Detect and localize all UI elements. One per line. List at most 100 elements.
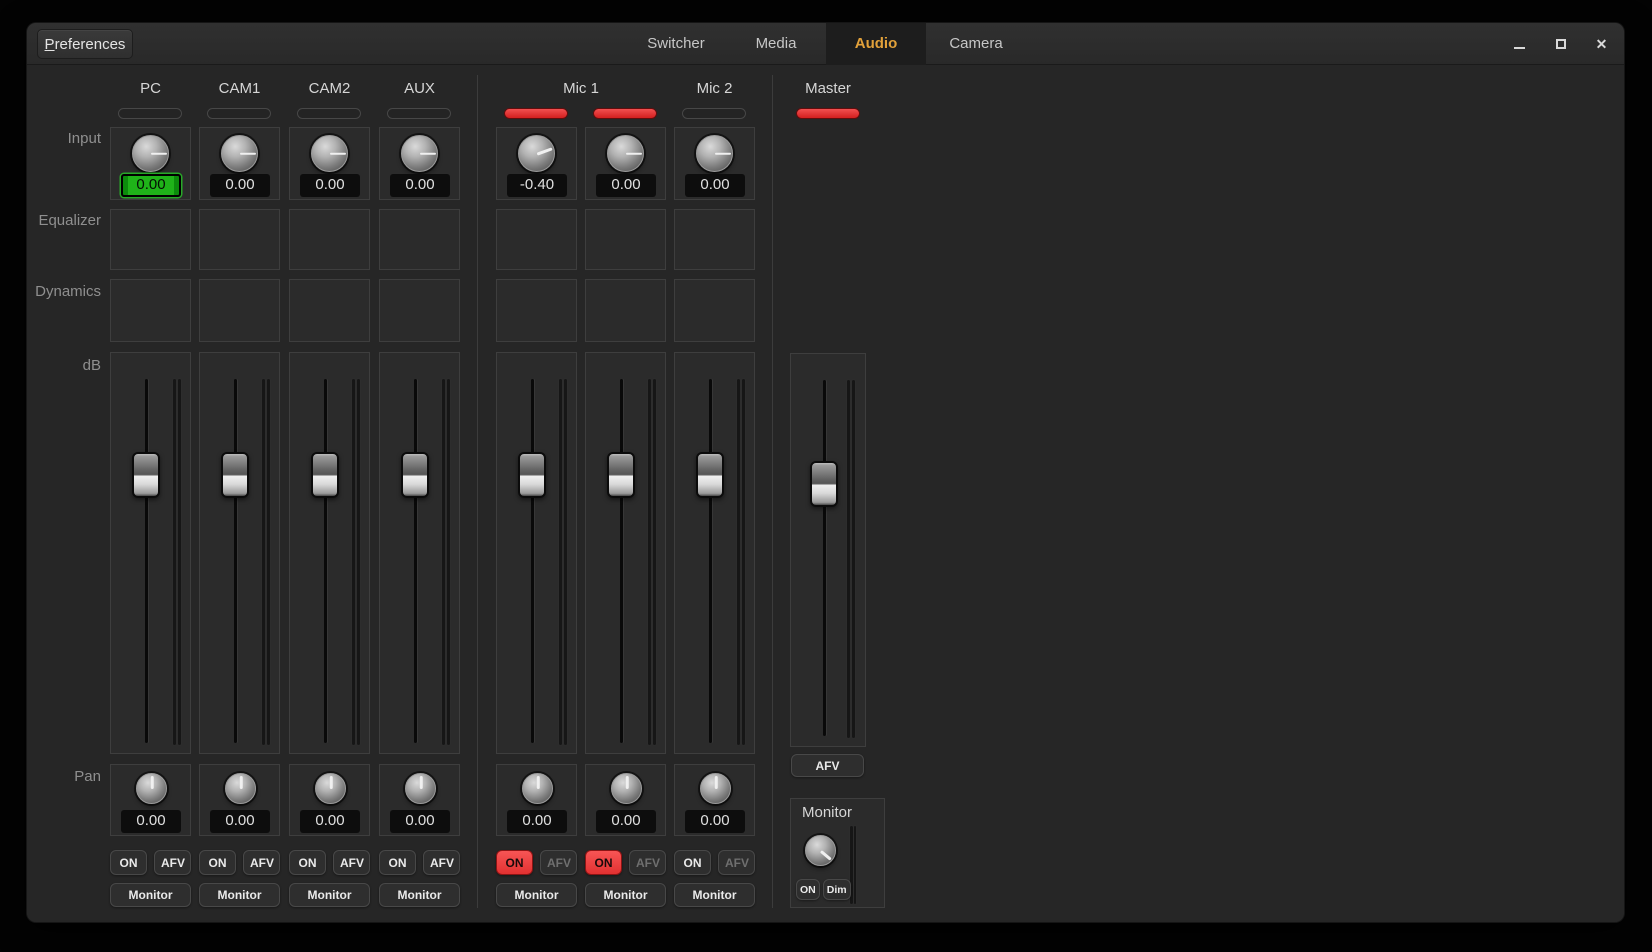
monitor-button[interactable]: Monitor: [289, 883, 370, 907]
input-gain-knob[interactable]: [607, 135, 644, 172]
on-button[interactable]: ON: [379, 850, 416, 875]
input-gain-value[interactable]: 0.00: [596, 174, 656, 197]
tally-indicator: [682, 108, 746, 119]
close-icon: ✕: [1596, 36, 1608, 53]
fader-track[interactable]: [324, 379, 327, 743]
pan-knob[interactable]: [315, 773, 346, 804]
pan-value[interactable]: 0.00: [596, 810, 656, 833]
fader-handle[interactable]: [810, 461, 838, 507]
knob-pointer: [329, 775, 332, 788]
fader-section: [110, 352, 191, 754]
preferences-button[interactable]: Preferences: [37, 29, 133, 59]
input-gain-value[interactable]: 0.00: [121, 174, 181, 197]
fader-handle[interactable]: [221, 452, 249, 498]
on-button[interactable]: ON: [199, 850, 236, 875]
tab-camera[interactable]: Camera: [926, 23, 1026, 65]
monitor-button[interactable]: Monitor: [585, 883, 666, 907]
master-afv-button[interactable]: AFV: [791, 754, 864, 777]
knob-pointer: [420, 152, 436, 155]
monitor-button[interactable]: Monitor: [110, 883, 191, 907]
pan-knob[interactable]: [405, 773, 436, 804]
input-gain-knob[interactable]: [311, 135, 348, 172]
fader-track[interactable]: [145, 379, 148, 743]
on-button[interactable]: ON: [110, 850, 147, 875]
input-gain-value[interactable]: 0.00: [210, 174, 270, 197]
pan-knob[interactable]: [136, 773, 167, 804]
tab-audio[interactable]: Audio: [826, 23, 926, 65]
on-button[interactable]: ON: [585, 850, 622, 875]
dynamics-section: [110, 279, 191, 342]
minimize-button[interactable]: [1499, 23, 1540, 65]
dynamics-section: [496, 279, 577, 342]
maximize-button[interactable]: [1540, 23, 1581, 65]
channel-strip-mic2: Mic 2 0.00 0.00 ON AFV Monitor: [674, 65, 755, 915]
fader-track[interactable]: [414, 379, 417, 743]
monitor-volume-knob[interactable]: [805, 835, 836, 866]
close-button[interactable]: ✕: [1581, 23, 1622, 65]
afv-button[interactable]: AFV: [718, 850, 755, 875]
pan-value[interactable]: 0.00: [685, 810, 745, 833]
pan-knob[interactable]: [522, 773, 553, 804]
input-gain-knob[interactable]: [132, 135, 169, 172]
pan-value[interactable]: 0.00: [300, 810, 360, 833]
fader-handle[interactable]: [311, 452, 339, 498]
pan-section: 0.00: [379, 764, 460, 836]
input-gain-knob[interactable]: [401, 135, 438, 172]
fader-handle[interactable]: [518, 452, 546, 498]
knob-pointer: [151, 152, 167, 155]
input-gain-knob[interactable]: [696, 135, 733, 172]
afv-button[interactable]: AFV: [154, 850, 191, 875]
on-button[interactable]: ON: [674, 850, 711, 875]
monitor-label: Monitor: [791, 804, 863, 821]
monitor-button[interactable]: Monitor: [379, 883, 460, 907]
fader-handle[interactable]: [607, 452, 635, 498]
input-gain-value[interactable]: -0.40: [507, 174, 567, 197]
row-label-input: Input: [27, 130, 101, 147]
knob-pointer: [419, 775, 422, 788]
fader-handle[interactable]: [132, 452, 160, 498]
input-gain-knob[interactable]: [518, 135, 555, 172]
fader-track[interactable]: [234, 379, 237, 743]
tab-switcher[interactable]: Switcher: [626, 23, 726, 65]
pan-value[interactable]: 0.00: [507, 810, 567, 833]
afv-button[interactable]: AFV: [629, 850, 666, 875]
input-gain-knob[interactable]: [221, 135, 258, 172]
audio-mixer-panel: Input Equalizer Dynamics dB Pan PC 0.00: [27, 65, 1624, 922]
pan-section: 0.00: [496, 764, 577, 836]
fader-handle[interactable]: [696, 452, 724, 498]
tab-media[interactable]: Media: [726, 23, 826, 65]
monitor-button[interactable]: Monitor: [674, 883, 755, 907]
knob-pointer: [536, 147, 552, 155]
pan-value[interactable]: 0.00: [121, 810, 181, 833]
fader-track[interactable]: [531, 379, 534, 743]
tally-indicator: [504, 108, 568, 119]
afv-button[interactable]: AFV: [423, 850, 460, 875]
fader-track[interactable]: [709, 379, 712, 743]
monitor-on-button[interactable]: ON: [796, 879, 820, 900]
afv-button[interactable]: AFV: [333, 850, 370, 875]
pan-value[interactable]: 0.00: [390, 810, 450, 833]
fader-track[interactable]: [823, 380, 826, 736]
channel-strip-cam2: CAM2 0.00 0.00 ON AFV Monitor: [289, 65, 370, 915]
fader-handle[interactable]: [401, 452, 429, 498]
afv-button[interactable]: AFV: [540, 850, 577, 875]
knob-pointer: [625, 775, 628, 788]
monitor-button[interactable]: Monitor: [199, 883, 280, 907]
input-gain-value[interactable]: 0.00: [390, 174, 450, 197]
input-gain-value[interactable]: 0.00: [300, 174, 360, 197]
master-strip: Master AFV Monitor ON Dim: [790, 65, 885, 915]
on-button[interactable]: ON: [496, 850, 533, 875]
monitor-button[interactable]: Monitor: [496, 883, 577, 907]
afv-button[interactable]: AFV: [243, 850, 280, 875]
input-gain-value[interactable]: 0.00: [685, 174, 745, 197]
input-section: 0.00: [379, 127, 460, 200]
pan-knob[interactable]: [225, 773, 256, 804]
tally-indicator: [593, 108, 657, 119]
pan-value[interactable]: 0.00: [210, 810, 270, 833]
pan-knob[interactable]: [700, 773, 731, 804]
fader-track[interactable]: [620, 379, 623, 743]
monitor-dim-button[interactable]: Dim: [823, 879, 851, 900]
pan-knob[interactable]: [611, 773, 642, 804]
on-button[interactable]: ON: [289, 850, 326, 875]
monitor-level-meter: [850, 826, 858, 904]
